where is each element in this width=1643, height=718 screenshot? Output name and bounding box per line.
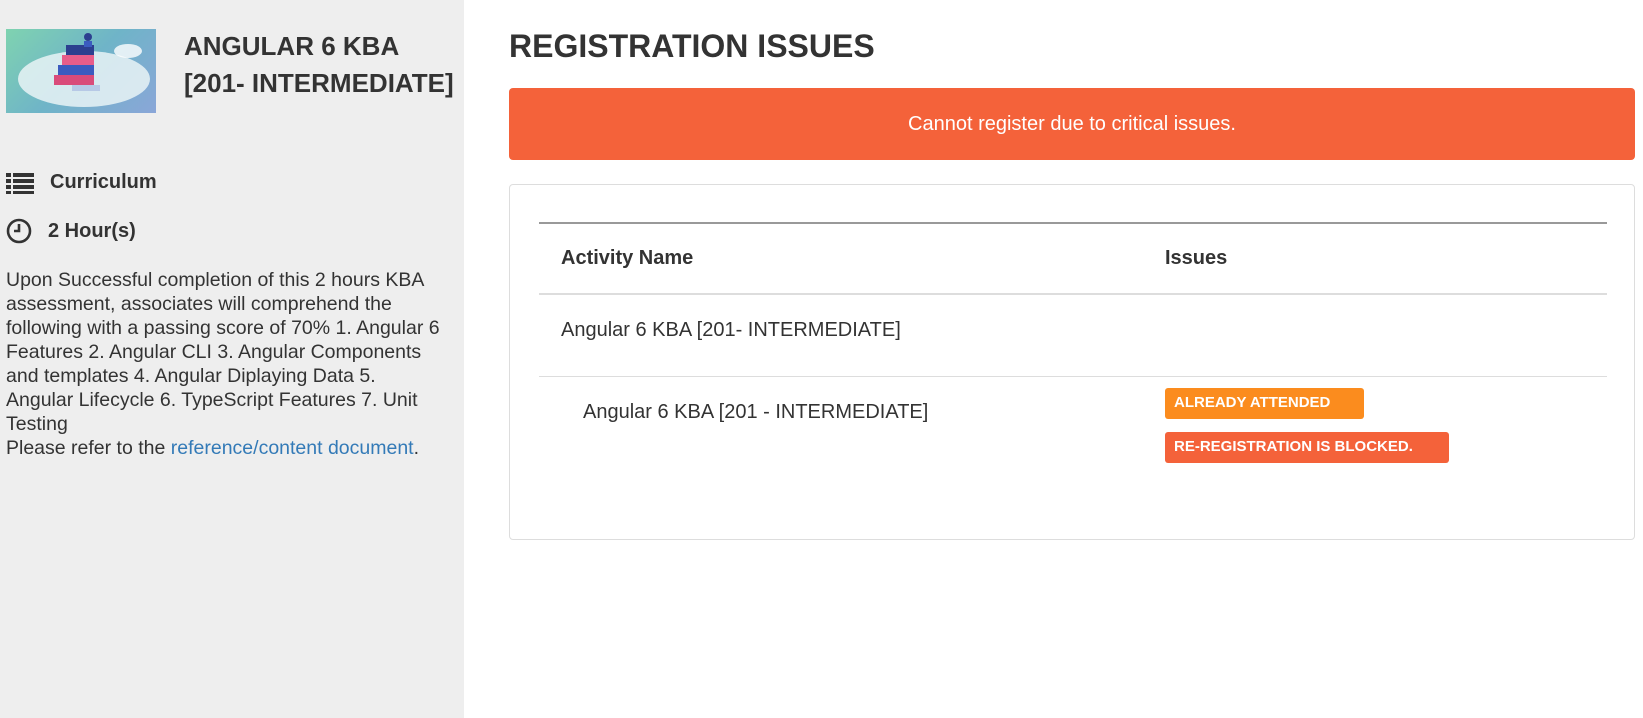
activity-name: Angular 6 KBA [201- INTERMEDIATE]: [539, 294, 1143, 377]
page-title: REGISTRATION ISSUES: [509, 28, 875, 64]
course-description-text: Upon Successful completion of this 2 hou…: [6, 269, 440, 435]
list-icon: [6, 172, 34, 194]
table-header-row: Activity Name Issues: [539, 222, 1607, 295]
column-header-activity: Activity Name: [539, 222, 1143, 295]
table-row: Angular 6 KBA [201- INTERMEDIATE]: [539, 294, 1607, 377]
course-duration: 2 Hour(s): [6, 218, 136, 244]
clock-icon: [6, 218, 32, 244]
reference-line: Please refer to the reference/content do…: [6, 436, 446, 460]
table-row: Angular 6 KBA [201 - INTERMEDIATE] ALREA…: [539, 376, 1607, 496]
course-description: Upon Successful completion of this 2 hou…: [6, 268, 446, 460]
activity-name: Angular 6 KBA [201 - INTERMEDIATE]: [583, 400, 929, 423]
course-thumbnail: [6, 29, 156, 113]
issues-cell: ALREADY ATTENDED RE-REGISTRATION IS BLOC…: [1143, 376, 1607, 496]
course-title: ANGULAR 6 KBA [201- INTERMEDIATE]: [184, 31, 454, 98]
critical-issues-alert: Cannot register due to critical issues.: [509, 88, 1635, 160]
course-type-label: Curriculum: [50, 171, 157, 193]
column-header-issues: Issues: [1143, 222, 1607, 295]
issues-panel: Activity Name Issues Angular 6 KBA [201-…: [509, 184, 1635, 540]
course-sidebar: ANGULAR 6 KBA [201- INTERMEDIATE] Curric…: [0, 0, 464, 718]
course-duration-label: 2 Hour(s): [48, 219, 136, 242]
reference-suffix: .: [413, 437, 420, 459]
issues-table: Activity Name Issues Angular 6 KBA [201-…: [539, 222, 1607, 496]
course-illustration: [18, 33, 150, 107]
reference-link[interactable]: reference/content document: [171, 437, 414, 459]
course-type: Curriculum: [6, 171, 157, 194]
reference-prefix: Please refer to the: [6, 437, 171, 459]
alert-message: Cannot register due to critical issues.: [908, 112, 1236, 135]
registration-blocked-badge: RE-REGISTRATION IS BLOCKED.: [1165, 431, 1449, 463]
already-attended-badge: ALREADY ATTENDED: [1165, 387, 1364, 419]
issues-cell: [1143, 294, 1607, 377]
